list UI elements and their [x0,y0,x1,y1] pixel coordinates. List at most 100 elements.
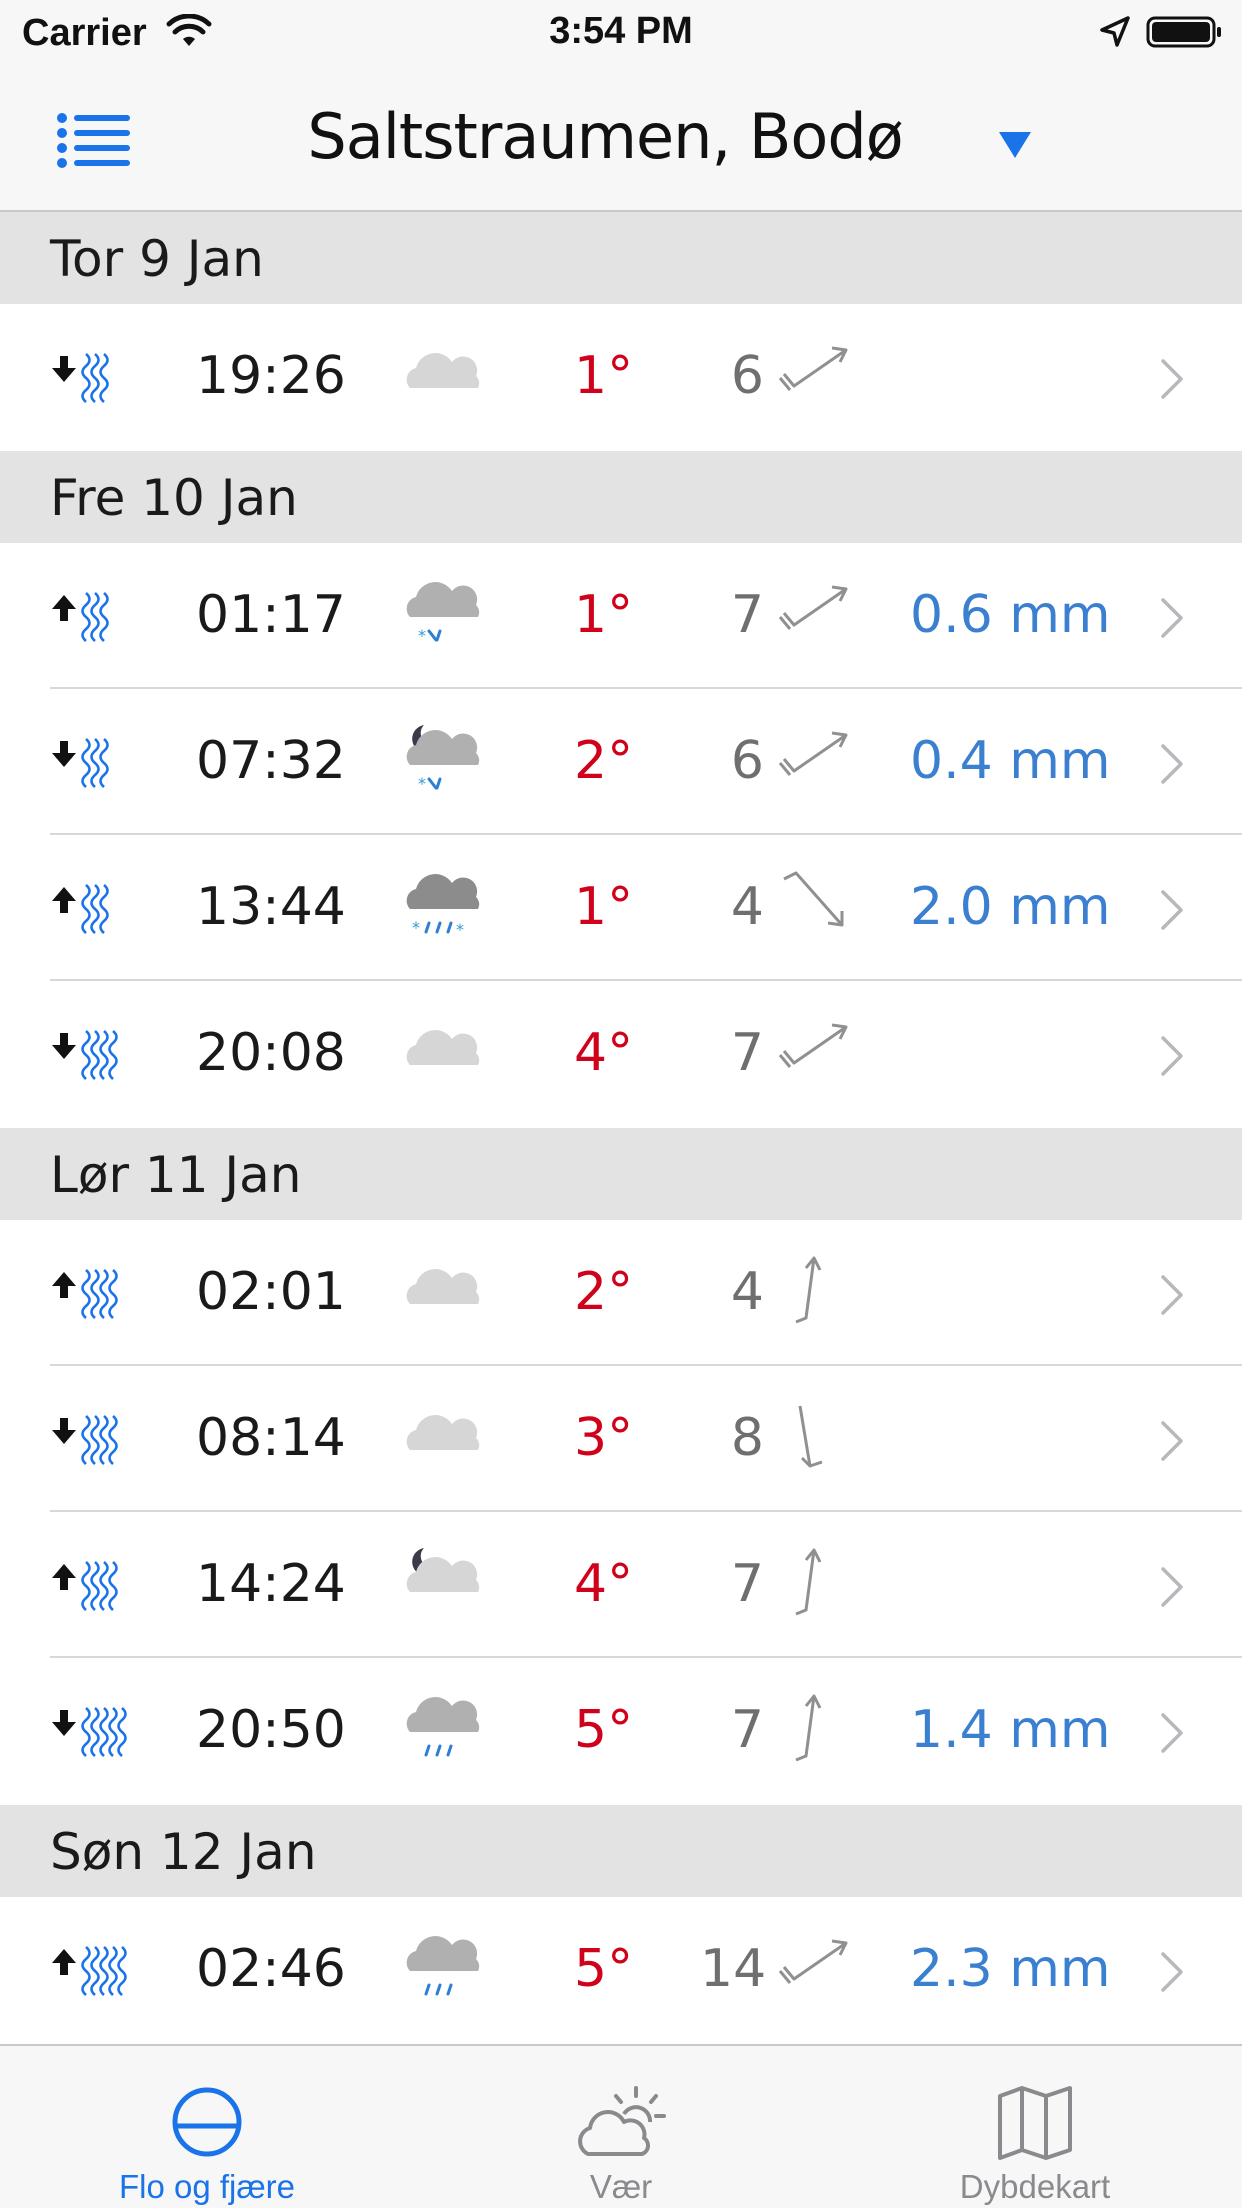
tide-up-icon [52,592,109,642]
section-date: Søn 12 Jan [50,1823,317,1881]
cloudy-light-icon [406,1030,480,1065]
section-date: Fre 10 Jan [50,469,298,527]
tide-down-icon [52,1415,118,1465]
tide-row[interactable]: 02:46 5° 14 2.3 mm [0,1897,1242,2044]
tide-time: 02:01 [196,1262,346,1322]
tide-row[interactable]: 08:14 3° 8 [0,1366,1242,1512]
temperature: 4° [574,1554,634,1614]
tide-circle-icon [172,2087,242,2157]
heavy-sleet-icon: * * [406,874,480,939]
precipitation: 0.6 mm [910,585,1111,645]
chevron-right-icon [1161,1275,1183,1315]
tab-label: Dybdekart [959,2168,1111,2205]
tide-time: 08:14 [196,1408,346,1468]
wind-speed: 7 [730,585,764,645]
wind-arrow-up-right-icon [778,1939,848,1984]
section-header: Søn 12 Jan [0,1805,1242,1897]
temperature: 2° [574,1262,634,1322]
tide-time: 20:08 [196,1023,346,1083]
section-header: Tor 9 Jan [0,212,1242,304]
wind-speed: 6 [730,346,764,406]
tide-up-icon [52,884,109,934]
wind-speed: 4 [730,1262,764,1322]
tide-down-icon [52,353,109,403]
wind-arrow-up-right-icon [778,1023,848,1068]
tab-bar: Flo og fjære Vær Dybdekart [0,2044,1242,2208]
tide-down-icon [52,738,109,788]
wind-arrow-up-right-icon [778,731,848,776]
tide-down-icon [52,1707,127,1757]
cloudy-light-icon [406,1269,480,1304]
battery-icon [1146,16,1221,48]
wind-arrow-up-icon [795,1548,822,1616]
wind-speed: 4 [730,877,764,937]
wind-arrow-down-right-icon [783,871,844,927]
night-sleet-icon: * [406,725,480,793]
tide-up-icon [52,1269,118,1319]
wind-speed: 14 [700,1939,767,1999]
precipitation: 2.0 mm [910,877,1111,937]
chevron-right-icon [1161,1952,1183,1992]
chevron-right-icon [1161,359,1183,399]
temperature: 1° [574,346,634,406]
tide-row[interactable]: 20:08 4° 7 [0,981,1242,1128]
section-date: Lør 11 Jan [50,1146,302,1204]
tab-flo-og-fjaere[interactable]: Flo og fjære [0,2046,414,2208]
section-date: Tor 9 Jan [50,230,264,288]
map-icon [998,2086,1072,2160]
rain-icon [406,1936,480,1996]
tab-label: Vær [589,2168,653,2205]
tab-vaer[interactable]: Vær [414,2046,828,2208]
wind-arrow-up-icon [795,1694,822,1762]
tide-up-icon [52,1946,127,1996]
tide-row[interactable]: 01:17 * 1° 7 0.6 mm [0,543,1242,689]
chevron-right-icon [1161,1713,1183,1753]
wind-speed: 8 [730,1408,764,1468]
wind-speed: 7 [730,1700,764,1760]
night-cloudy-icon [406,1548,480,1592]
triangle-down-icon[interactable] [996,128,1034,160]
chevron-right-icon [1161,744,1183,784]
sleet-icon: * [406,582,480,645]
temperature: 5° [574,1939,634,1999]
tide-row[interactable]: 14:24 4° 7 [0,1512,1242,1658]
wind-arrow-down-icon [798,1405,823,1468]
section-header: Fre 10 Jan [0,451,1242,543]
location-arrow-icon [1100,16,1130,47]
tide-time: 19:26 [196,346,346,406]
tide-time: 01:17 [196,585,346,645]
tide-time: 07:32 [196,731,346,791]
nav-bar: Saltstraumen, Bodø [0,66,1242,212]
tide-time: 02:46 [196,1939,346,1999]
temperature: 3° [574,1408,634,1468]
tide-list: Tor 9 Jan 19:26 1° 6 Fre 10 Jan 01:17 * 1° 7 0.6 … [0,212,1242,2044]
tide-row[interactable]: 19:26 1° 6 [0,304,1242,451]
precipitation: 2.3 mm [910,1939,1111,1999]
cloudy-light-icon [406,353,480,388]
chevron-right-icon [1161,1421,1183,1461]
svg-text:*: * [456,920,464,939]
temperature: 4° [574,1023,634,1083]
tab-label: Flo og fjære [118,2168,296,2205]
chevron-right-icon [1161,598,1183,638]
precipitation: 0.4 mm [910,731,1111,791]
tide-row[interactable]: 13:44 * * 1° 4 2.0 mm [0,835,1242,981]
tide-up-icon [52,1561,118,1611]
tide-time: 20:50 [196,1700,346,1760]
wind-speed: 7 [730,1554,764,1614]
tide-row[interactable]: 07:32 * 2° 6 0.4 mm [0,689,1242,835]
tide-row[interactable]: 20:50 5° 7 1.4 mm [0,1658,1242,1805]
wind-arrow-up-right-icon [778,346,848,391]
tide-time: 13:44 [196,877,346,937]
chevron-right-icon [1161,1036,1183,1076]
wind-speed: 6 [730,731,764,791]
section-header: Lør 11 Jan [0,1128,1242,1220]
svg-text:*: * [418,626,426,645]
precipitation: 1.4 mm [910,1700,1111,1760]
tab-dybdekart[interactable]: Dybdekart [828,2046,1242,2208]
tide-row[interactable]: 02:01 2° 4 [0,1220,1242,1366]
temperature: 1° [574,877,634,937]
temperature: 5° [574,1700,634,1760]
tide-down-icon [52,1030,118,1080]
status-bar: Carrier 3:54 PM [0,0,1242,66]
